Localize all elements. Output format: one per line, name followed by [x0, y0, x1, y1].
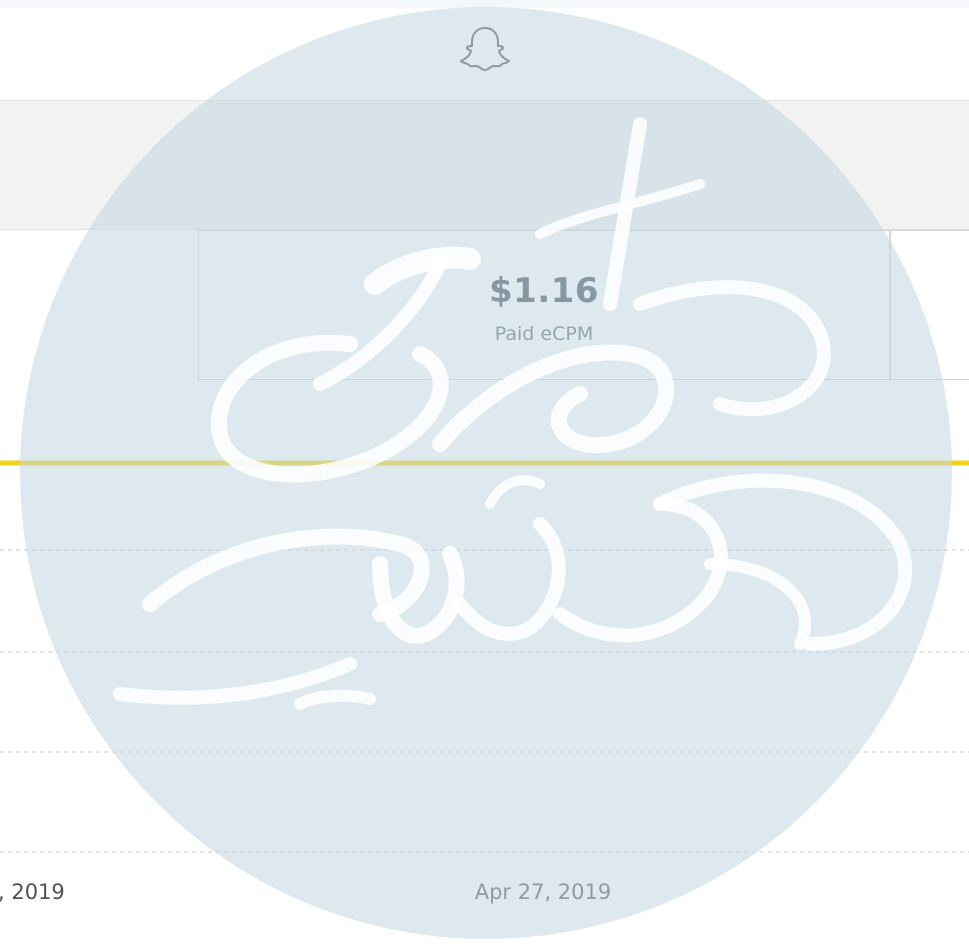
- snapchat-ghost-icon[interactable]: [458, 24, 512, 72]
- page: $1.16 Paid eCPM , 2019 Apr 27, 2019: [0, 0, 969, 944]
- line-chart: , 2019 Apr 27, 2019: [0, 460, 969, 904]
- metric-value: $1.16: [488, 271, 600, 311]
- top-strip: [0, 0, 969, 8]
- x-tick-label: , 2019: [0, 880, 65, 904]
- metric-label: Paid eCPM: [494, 323, 594, 345]
- toolbar-band: [0, 100, 969, 230]
- metric-card-next[interactable]: [890, 230, 969, 380]
- x-tick-label: Apr 27, 2019: [475, 880, 612, 904]
- metric-card-paid-ecpm[interactable]: $1.16 Paid eCPM: [198, 230, 890, 380]
